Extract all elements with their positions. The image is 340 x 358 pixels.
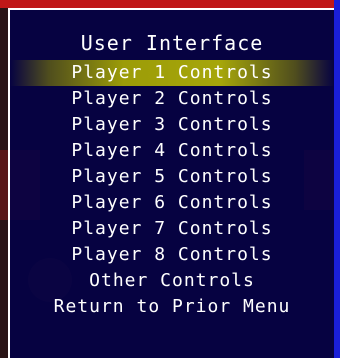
menu-item-player-4-controls[interactable]: Player 4 Controls	[10, 138, 334, 164]
menu-item-player-3-controls[interactable]: Player 3 Controls	[10, 112, 334, 138]
background-red-strip	[0, 0, 340, 8]
menu-item-return-to-prior-menu[interactable]: Return to Prior Menu	[10, 294, 334, 320]
menu-list: Player 1 Controls Player 2 Controls Play…	[10, 60, 334, 320]
menu-item-player-1-controls[interactable]: Player 1 Controls	[10, 60, 334, 86]
game-screen: User Interface Player 1 Controls Player …	[0, 0, 340, 358]
background-blue-strip	[334, 0, 340, 358]
menu-panel: User Interface Player 1 Controls Player …	[8, 8, 334, 358]
menu-item-other-controls[interactable]: Other Controls	[10, 268, 334, 294]
menu-item-player-2-controls[interactable]: Player 2 Controls	[10, 86, 334, 112]
menu-item-player-7-controls[interactable]: Player 7 Controls	[10, 216, 334, 242]
menu-title: User Interface	[80, 31, 264, 55]
menu-item-player-5-controls[interactable]: Player 5 Controls	[10, 164, 334, 190]
menu-item-player-8-controls[interactable]: Player 8 Controls	[10, 242, 334, 268]
menu-item-player-6-controls[interactable]: Player 6 Controls	[10, 190, 334, 216]
